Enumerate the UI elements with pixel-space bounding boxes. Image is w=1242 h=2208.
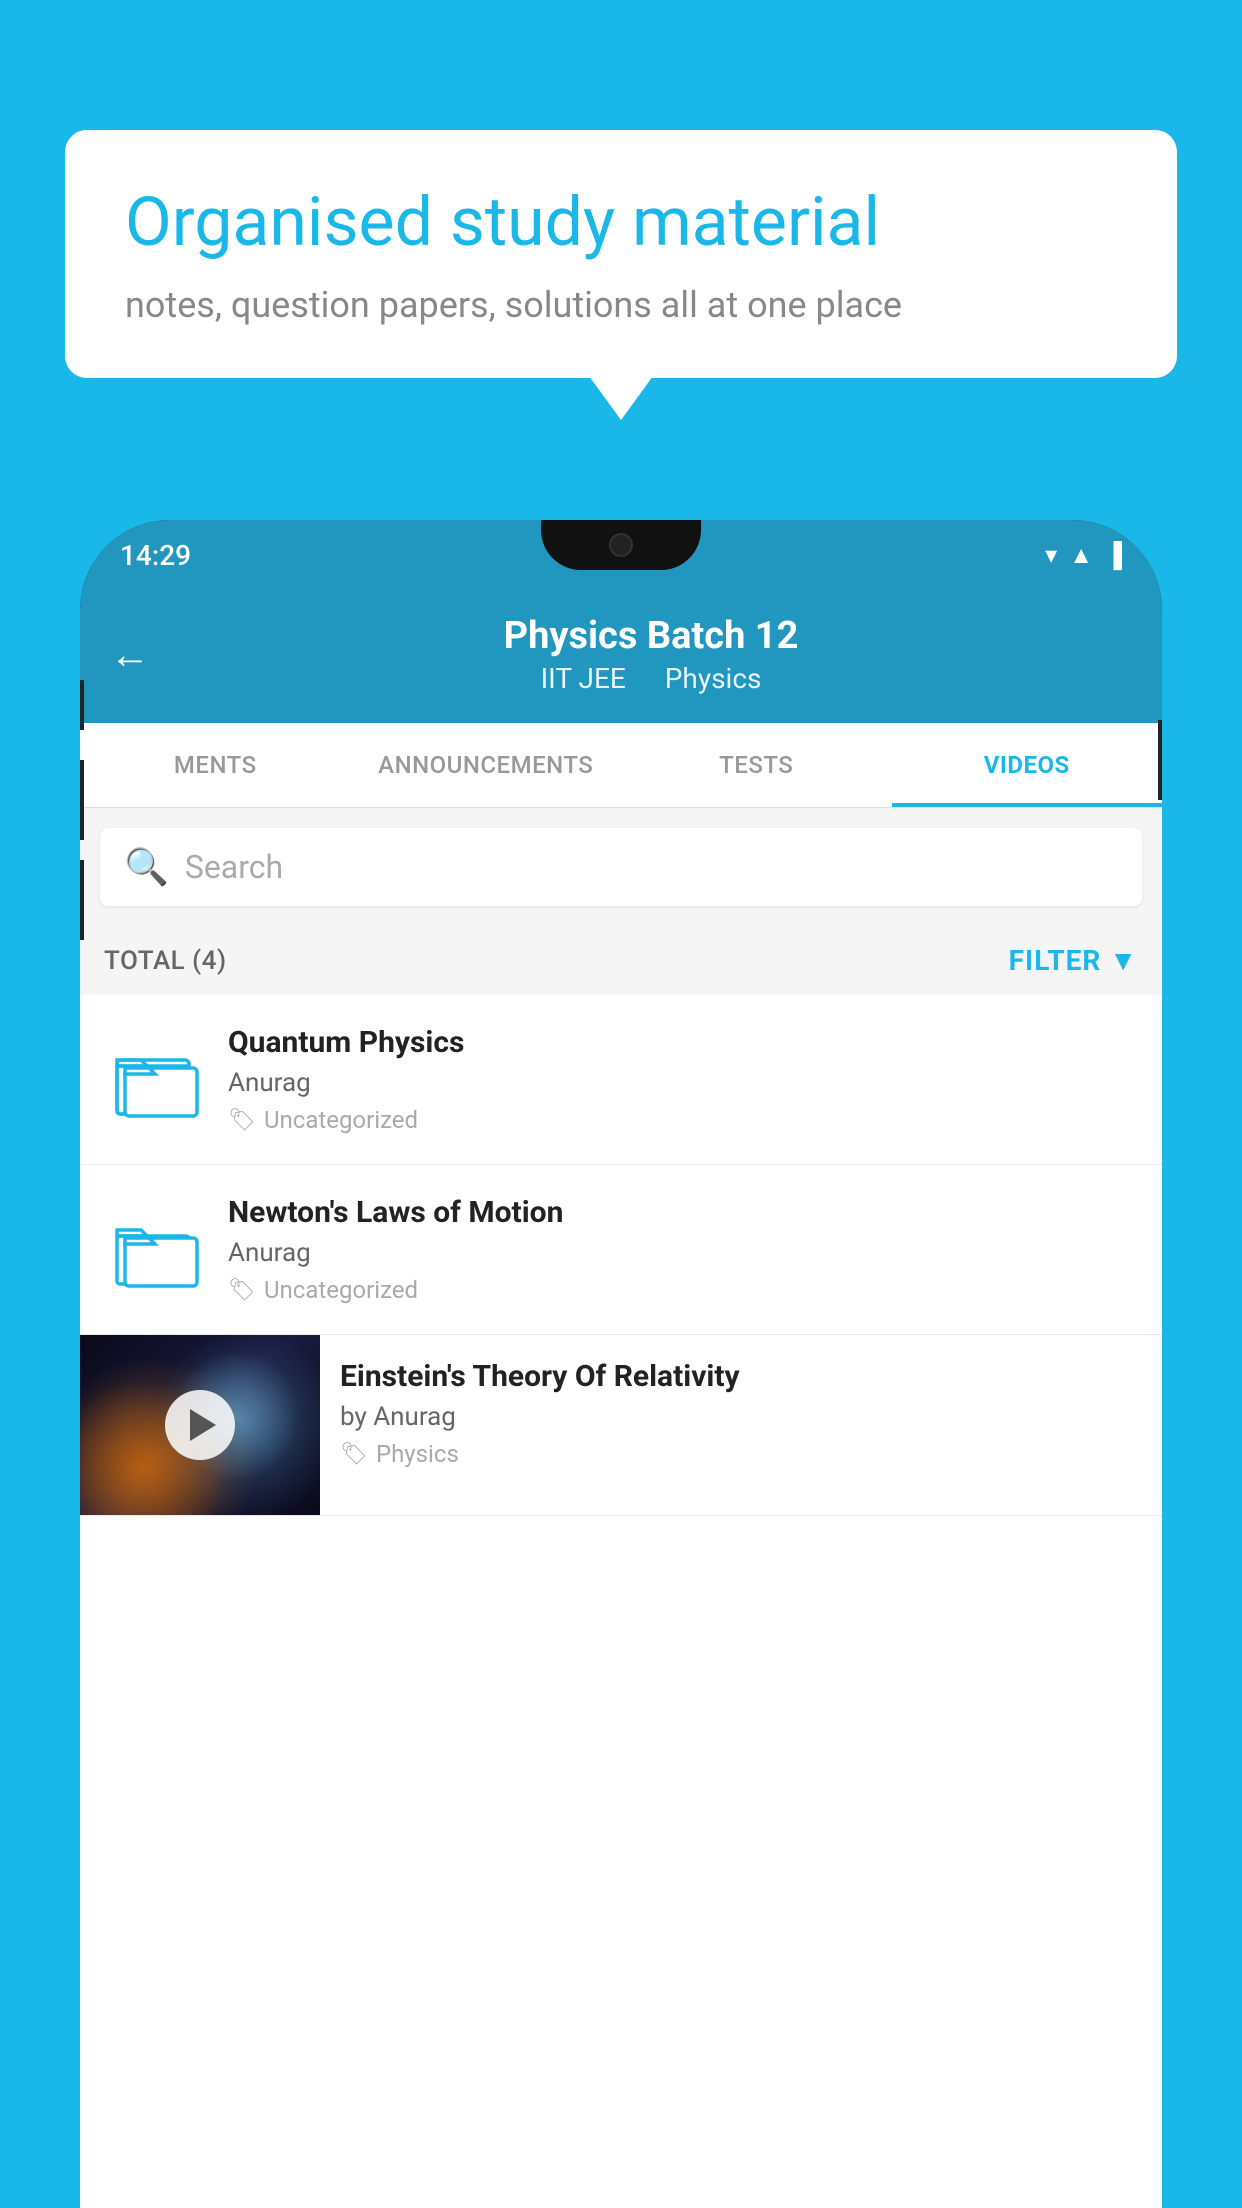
- wifi-icon: ▾: [1045, 541, 1057, 569]
- tab-videos[interactable]: VIDEOS: [892, 723, 1163, 807]
- status-time: 14:29: [120, 539, 191, 572]
- notch: [541, 520, 701, 570]
- video-info-1: Quantum Physics Anurag 🏷 Uncategorized: [228, 1025, 1138, 1134]
- phone-content: MENTS ANNOUNCEMENTS TESTS VIDEOS 🔍 Searc…: [80, 723, 1162, 2208]
- tag-icon: 🏷: [340, 1442, 368, 1467]
- tab-ments[interactable]: MENTS: [80, 723, 351, 807]
- video-author-2: Anurag: [228, 1238, 1138, 1268]
- subtitle-physics: Physics: [665, 662, 762, 695]
- tag-label-2: Uncategorized: [264, 1276, 418, 1304]
- back-button[interactable]: ←: [110, 631, 150, 678]
- video-tag-3: 🏷 Physics: [340, 1440, 1142, 1468]
- signal-icon: ▲: [1069, 541, 1093, 570]
- tag-label-1: Uncategorized: [264, 1106, 418, 1134]
- video-thumbnail-3: [80, 1335, 320, 1515]
- search-input[interactable]: Search: [185, 848, 283, 886]
- tag-icon: 🏷: [228, 1278, 256, 1303]
- tag-icon: 🏷: [228, 1108, 256, 1133]
- play-button[interactable]: [165, 1390, 235, 1460]
- tab-announcements[interactable]: ANNOUNCEMENTS: [351, 723, 622, 807]
- filter-row: TOTAL (4) FILTER ▼: [80, 926, 1162, 995]
- tag-label-3: Physics: [376, 1440, 459, 1468]
- speech-bubble-wrapper: Organised study material notes, question…: [65, 130, 1177, 378]
- search-bar[interactable]: 🔍 Search: [100, 828, 1142, 906]
- video-title-2: Newton's Laws of Motion: [228, 1195, 1138, 1230]
- folder-icon: [109, 1040, 199, 1120]
- list-item[interactable]: Newton's Laws of Motion Anurag 🏷 Uncateg…: [80, 1165, 1162, 1335]
- tabs-bar: MENTS ANNOUNCEMENTS TESTS VIDEOS: [80, 723, 1162, 808]
- battery-icon: ▐: [1105, 541, 1122, 570]
- video-author-3: by Anurag: [340, 1402, 1142, 1432]
- list-item[interactable]: Einstein's Theory Of Relativity by Anura…: [80, 1335, 1162, 1516]
- filter-label: FILTER: [1009, 944, 1102, 977]
- filter-icon: ▼: [1109, 944, 1138, 977]
- video-tag-1: 🏷 Uncategorized: [228, 1106, 1138, 1134]
- speech-bubble: Organised study material notes, question…: [65, 130, 1177, 378]
- video-author-1: Anurag: [228, 1068, 1138, 1098]
- video-list: Quantum Physics Anurag 🏷 Uncategorized: [80, 995, 1162, 1516]
- video-info-2: Newton's Laws of Motion Anurag 🏷 Uncateg…: [228, 1195, 1138, 1304]
- tab-tests[interactable]: TESTS: [621, 723, 892, 807]
- list-item[interactable]: Quantum Physics Anurag 🏷 Uncategorized: [80, 995, 1162, 1165]
- video-tag-2: 🏷 Uncategorized: [228, 1276, 1138, 1304]
- status-icons: ▾ ▲ ▐: [1045, 541, 1122, 570]
- volume-down-button: [80, 860, 84, 940]
- subtitle-iitjee: IIT JEE: [541, 662, 626, 695]
- folder-icon: [109, 1210, 199, 1290]
- header-subtitle: IIT JEE Physics: [170, 662, 1132, 695]
- item-thumbnail-1: [104, 1040, 204, 1120]
- search-icon: 🔍: [124, 846, 169, 888]
- status-bar: 14:29 ▾ ▲ ▐: [80, 520, 1162, 590]
- filter-button[interactable]: FILTER ▼: [1009, 944, 1138, 977]
- app-header: ← Physics Batch 12 IIT JEE Physics: [80, 590, 1162, 723]
- total-count: TOTAL (4): [104, 946, 227, 976]
- item-thumbnail-2: [104, 1210, 204, 1290]
- video-info-3: Einstein's Theory Of Relativity by Anura…: [320, 1335, 1162, 1492]
- phone-frame: 14:29 ▾ ▲ ▐ ← Physics Batch 12 IIT JEE P…: [80, 520, 1162, 2208]
- speech-bubble-title: Organised study material: [125, 182, 1117, 264]
- header-center: Physics Batch 12 IIT JEE Physics: [170, 614, 1132, 695]
- speech-bubble-subtitle: notes, question papers, solutions all at…: [125, 284, 1117, 326]
- video-title-1: Quantum Physics: [228, 1025, 1138, 1060]
- video-title-3: Einstein's Theory Of Relativity: [340, 1359, 1142, 1394]
- play-triangle-icon: [190, 1409, 216, 1441]
- search-bar-wrapper: 🔍 Search: [80, 808, 1162, 926]
- header-title: Physics Batch 12: [170, 614, 1132, 658]
- camera-notch: [609, 533, 633, 557]
